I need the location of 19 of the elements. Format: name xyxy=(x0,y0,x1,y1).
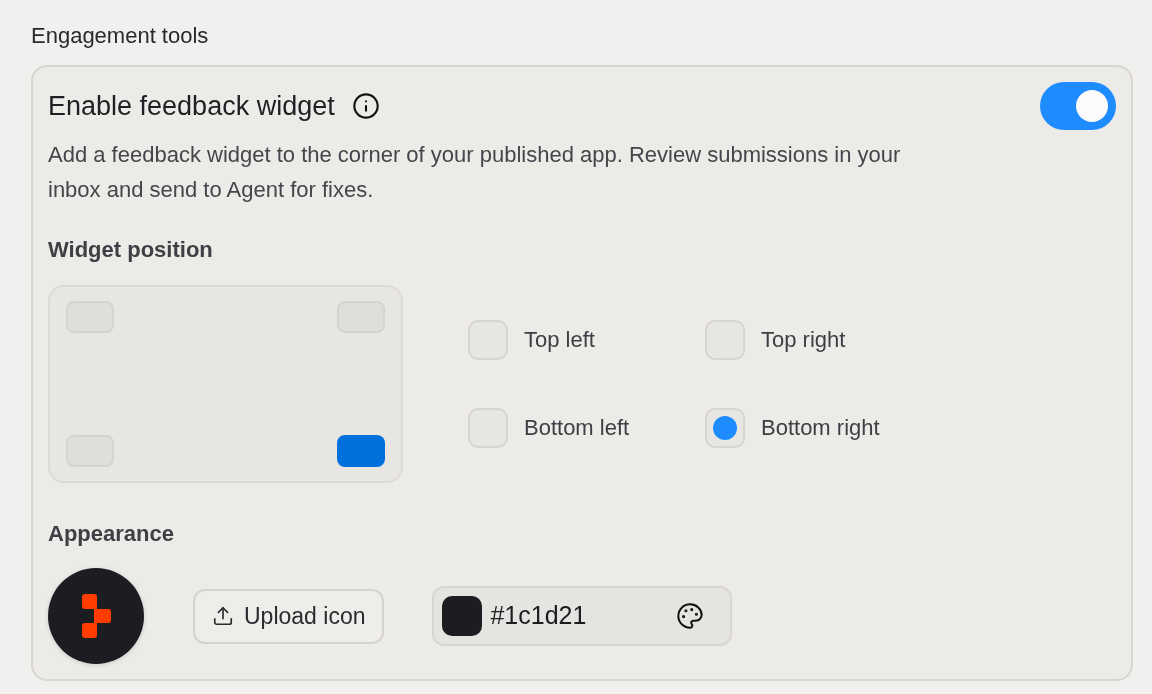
palette-icon[interactable] xyxy=(676,602,705,630)
toggle-switch[interactable] xyxy=(1040,82,1116,130)
section-label: Widget position xyxy=(48,236,213,264)
color-field[interactable]: #1c1d21 xyxy=(432,586,733,646)
radio-label: Bottom right xyxy=(761,414,880,442)
radio-button[interactable] xyxy=(705,320,745,360)
upload-icon-button[interactable]: Upload icon xyxy=(193,588,385,644)
setting-title: Enable feedback widget xyxy=(48,90,335,122)
radio-button[interactable] xyxy=(468,320,508,360)
info-icon[interactable] xyxy=(351,92,380,120)
radio-label: Top right xyxy=(761,326,846,354)
radio-label: Top left xyxy=(524,326,595,354)
radio-button[interactable] xyxy=(468,408,508,448)
setting-description: Add a feedback widget to the corner of your published app. Review submissions in your inbox and send to Agent for fixes. xyxy=(48,141,902,204)
section-label: Appearance xyxy=(48,520,174,548)
radio-label: Bottom left xyxy=(524,414,630,442)
section-title: Engagement tools xyxy=(31,22,209,50)
radio-button[interactable] xyxy=(705,408,745,448)
upload-icon xyxy=(212,605,234,627)
